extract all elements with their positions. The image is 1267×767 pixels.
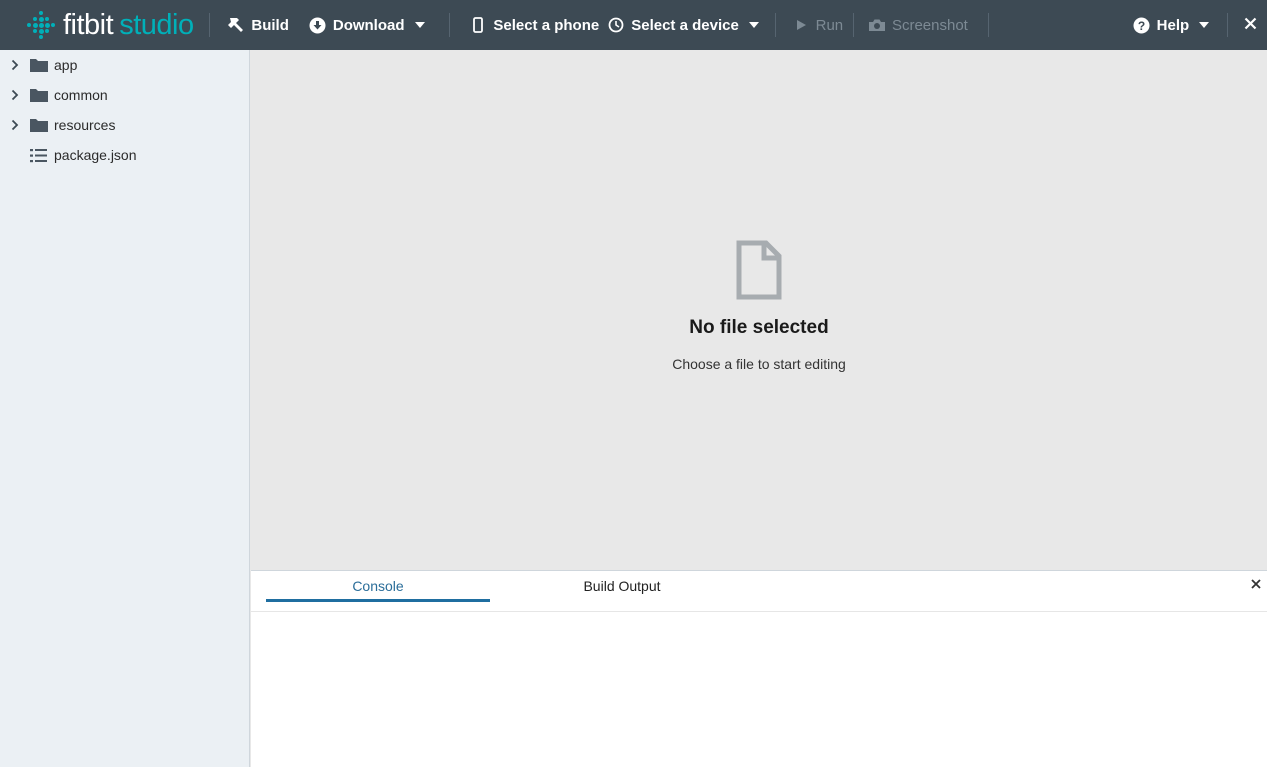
build-button[interactable]: Build (217, 0, 299, 50)
tree-item-label: resources (54, 117, 116, 133)
select-phone-button[interactable]: Select a phone (459, 0, 603, 50)
help-label: Help (1156, 16, 1190, 34)
chevron-down-icon (1199, 22, 1210, 28)
tree-item-label: common (54, 87, 108, 103)
console-output (251, 612, 1267, 767)
tree-item-label: app (54, 57, 78, 73)
run-button[interactable]: Run (782, 0, 854, 50)
download-label: Download (332, 16, 405, 34)
toolbar-divider (987, 13, 989, 37)
fitbit-studio-logo: fitbit studio (0, 0, 209, 50)
play-icon (792, 16, 810, 34)
clock-icon (607, 16, 625, 34)
tab-console[interactable]: Console (266, 571, 490, 602)
phone-icon (469, 16, 487, 34)
file-tree-sidebar: app common resources package.json (0, 50, 250, 767)
close-button[interactable] (1234, 0, 1267, 50)
empty-state-subtitle: Choose a file to start editing (672, 356, 846, 372)
empty-state: No file selected Choose a file to start … (251, 240, 1267, 372)
select-device-label: Select a device (631, 16, 739, 34)
tree-item-app[interactable]: app (0, 50, 249, 80)
close-icon (1244, 17, 1257, 34)
brand-studio-text: studio (119, 8, 194, 41)
editor-area: No file selected Choose a file to start … (251, 50, 1267, 570)
help-icon: ? (1133, 16, 1151, 34)
screenshot-button[interactable]: Screenshot (858, 0, 978, 50)
toolbar-divider (448, 13, 450, 37)
close-icon (1251, 579, 1261, 589)
empty-state-title: No file selected (689, 317, 829, 338)
screenshot-label: Screenshot (891, 16, 968, 34)
list-file-icon (30, 148, 48, 162)
console-panel: Console Build Output (251, 570, 1267, 767)
tree-item-package-json[interactable]: package.json (0, 140, 249, 170)
select-phone-label: Select a phone (493, 16, 600, 34)
fitbit-logo-icon (27, 11, 55, 39)
toolbar-divider (1227, 13, 1228, 37)
run-label: Run (815, 16, 844, 34)
tab-build-output[interactable]: Build Output (510, 571, 734, 602)
top-toolbar: fitbit studio Build Download Select a pho… (0, 0, 1267, 50)
panel-tabs: Console Build Output (251, 571, 1267, 612)
download-button[interactable]: Download (299, 0, 435, 50)
document-icon (736, 240, 782, 300)
svg-text:?: ? (1138, 19, 1145, 33)
chevron-down-icon (414, 22, 425, 28)
toolbar-divider (208, 13, 210, 37)
brand-fitbit-text: fitbit (63, 8, 114, 41)
chevron-right-icon[interactable] (8, 88, 22, 102)
folder-icon (30, 118, 48, 132)
download-icon (309, 16, 327, 34)
select-device-button[interactable]: Select a device (603, 0, 769, 50)
build-label: Build (251, 16, 289, 34)
chevron-right-icon[interactable] (8, 58, 22, 72)
chevron-right-icon[interactable] (8, 118, 22, 132)
folder-icon (30, 88, 48, 102)
tree-item-resources[interactable]: resources (0, 110, 249, 140)
toolbar-divider (774, 13, 776, 37)
folder-icon (30, 58, 48, 72)
hammer-icon (227, 16, 245, 34)
chevron-down-icon (748, 22, 759, 28)
tree-item-common[interactable]: common (0, 80, 249, 110)
camera-icon (868, 16, 886, 34)
tree-item-label: package.json (54, 147, 137, 163)
close-panel-button[interactable] (1249, 577, 1263, 591)
help-button[interactable]: ? Help (1123, 0, 1220, 50)
toolbar-divider (853, 13, 854, 37)
